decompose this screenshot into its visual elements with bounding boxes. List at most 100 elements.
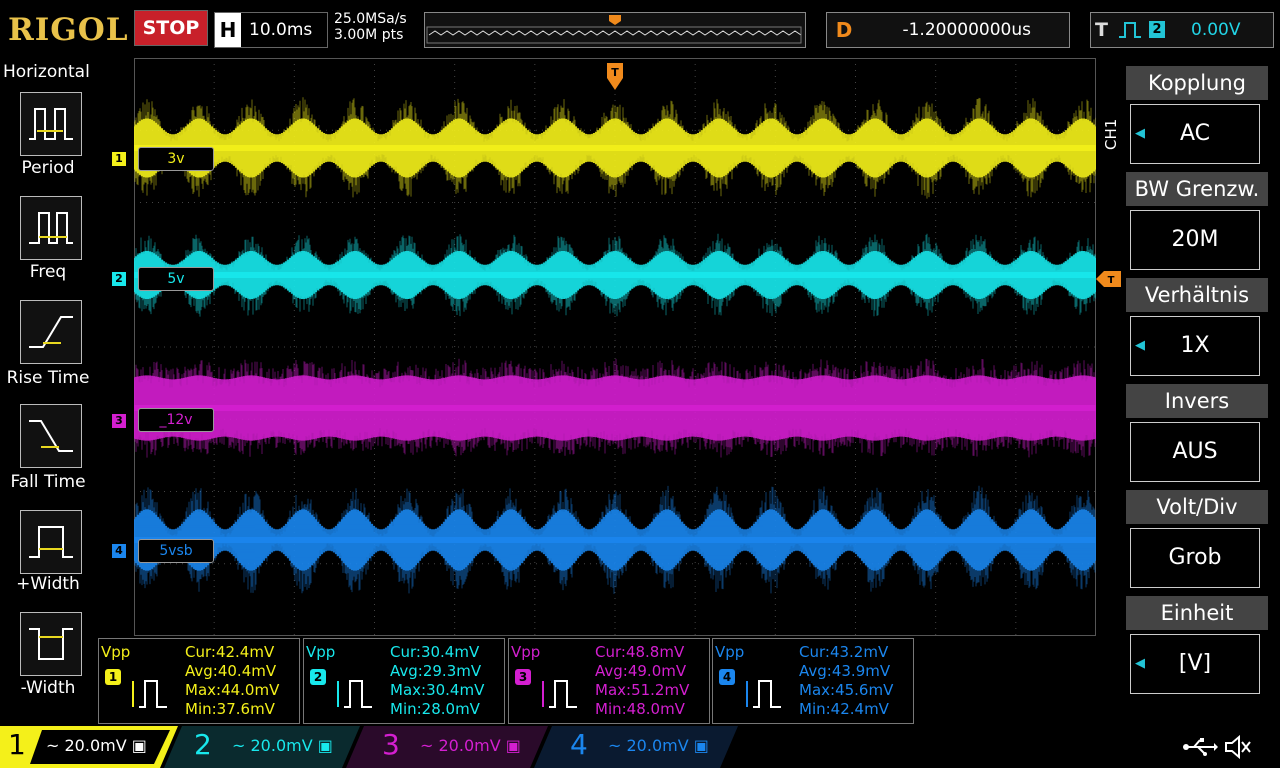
rising-edge-icon [1119,22,1141,38]
measurement-cur: Cur:42.4mV [185,643,275,661]
ch4-scale-value: 20.0mV [626,736,689,755]
run-stop-indicator[interactable]: STOP [134,10,208,46]
speaker-muted-icon[interactable] [1224,734,1252,760]
bw-limit-value[interactable]: 20M [1130,210,1260,270]
measurement-min: Min:28.0mV [390,700,480,718]
probe-ratio-value[interactable]: ◀ 1X [1130,316,1260,376]
measurement-type: Vpp [101,643,131,661]
usb-icon [1183,738,1218,756]
invert-value[interactable]: AUS [1130,422,1260,482]
measurement-min: Min:48.0mV [595,700,685,718]
fall-time-button[interactable] [20,404,82,468]
positive-width-button[interactable] [20,510,82,574]
measurement-type: Vpp [511,643,541,661]
rise-time-icon [29,316,73,348]
ch2-scale: ~ 20.0mV ▣ [232,736,333,755]
positive-width-label: +Width [16,574,80,594]
vpp-icon [746,680,781,708]
svg-text:T: T [1108,275,1115,286]
unit-arrow-icon: ◀ [1135,656,1145,671]
fall-time-icon [29,420,73,452]
measurement-cur: Cur:43.2mV [799,643,889,661]
sample-rate: 25.0MSa/s [334,11,407,27]
bandwidth-limit-icon: ▣ [693,736,709,755]
ac-coupling-icon: ~ [46,736,60,755]
ch4-ground-marker[interactable]: 4 [112,544,126,558]
trigger-box[interactable]: T 2 0.00V [1090,12,1274,48]
ch2-label: 5v [138,267,214,291]
unit-title: Einheit [1126,596,1268,630]
ch1-status[interactable]: 1 ~ 20.0mV ▣ [0,726,170,768]
rise-time-button[interactable] [20,300,82,364]
probe-ratio-title: Verhältnis [1126,278,1268,312]
measurement-type: Vpp [715,643,745,661]
rise-time-label: Rise Time [6,368,90,388]
ch2-scale-value: 20.0mV [250,736,313,755]
positive-width-icon [29,526,73,558]
fall-time-label: Fall Time [10,472,86,492]
ch4-label: 5vsb [138,539,214,563]
measurement-ch1[interactable]: Vpp 1 Cur:42.4mV Avg:40.4mV Max:44.0mV M… [98,638,300,724]
delay-value: -1.20000000us [902,20,1031,40]
measurement-avg: Avg:29.3mV [390,662,482,680]
period-label: Period [21,158,75,178]
ch2-ground-marker[interactable]: 2 [112,272,126,286]
measurement-max: Max:30.4mV [390,681,485,699]
ch3-ground-marker[interactable]: 3 [112,414,126,428]
frequency-icon [29,212,73,244]
freq-button[interactable] [20,196,82,260]
ch2-trace [132,233,1098,317]
period-button[interactable] [20,92,82,156]
period-icon [29,108,73,140]
ch3-status[interactable]: 3 ~ 20.0mV ▣ [374,726,544,768]
timeline-waveform-icon [426,15,802,44]
acquisition-info: 25.0MSa/s 3.00M pts [334,11,407,43]
ch4-status[interactable]: 4 ~ 20.0mV ▣ [562,726,732,768]
coupling-title: Kopplung [1126,66,1268,100]
trigger-letter: T [1095,19,1108,41]
freq-label: Freq [29,262,67,282]
horizontal-letter: H [215,13,241,47]
negative-width-button[interactable] [20,612,82,676]
coupling-value[interactable]: ◀ AC [1130,104,1260,164]
horizontal-timebase[interactable]: H 10.0ms [214,12,328,48]
ch2-status[interactable]: 2 ~ 20.0mV ▣ [186,726,356,768]
trigger-source: 2 [1149,21,1165,38]
ac-coupling-icon: ~ [420,736,434,755]
measurement-avg: Avg:43.9mV [799,662,891,680]
ch1-ground-marker[interactable]: 1 [112,152,126,166]
volt-div-value[interactable]: Grob [1130,528,1260,588]
ch1-status-number: 1 [8,728,26,761]
measurement-min: Min:37.6mV [185,700,275,718]
measurement-max: Max:51.2mV [595,681,690,699]
ch4-trace [132,485,1098,594]
unit-value-text: [V] [1178,651,1212,676]
ch1-trace [132,97,1098,199]
bandwidth-limit-icon: ▣ [131,736,147,755]
measurement-min: Min:42.4mV [799,700,889,718]
ch3-scale-value: 20.0mV [438,736,501,755]
ch3-status-number: 3 [382,728,400,761]
measure-menu-title: Horizontal [3,62,90,82]
ch4-scale: ~ 20.0mV ▣ [608,736,709,755]
ch3-label: _12v [138,408,214,432]
memory-timeline[interactable] [424,12,806,48]
measurement-avg: Avg:40.4mV [185,662,277,680]
measurement-type: Vpp [306,643,336,661]
trigger-position-marker-icon: T [607,63,623,90]
trigger-level: 0.00V [1191,20,1241,40]
timebase-value: 10.0ms [249,20,313,40]
measurement-ch2[interactable]: Vpp 2 Cur:30.4mV Avg:29.3mV Max:30.4mV M… [303,638,505,724]
probe-ratio-value-text: 1X [1180,333,1210,358]
bw-limit-title: BW Grenzw. [1126,172,1268,206]
waveform-display[interactable] [132,58,1098,636]
ch2-status-number: 2 [194,728,212,761]
measurement-ch4[interactable]: Vpp 4 Cur:43.2mV Avg:43.9mV Max:45.6mV M… [712,638,914,724]
memory-depth: 3.00M pts [334,27,404,43]
delay-box[interactable]: D -1.20000000us [826,12,1070,48]
measurement-ch3[interactable]: Vpp 3 Cur:48.8mV Avg:49.0mV Max:51.2mV M… [508,638,710,724]
vpp-icon [542,680,577,708]
unit-value[interactable]: ◀ [V] [1130,634,1260,694]
bandwidth-limit-icon: ▣ [317,736,333,755]
measurement-avg: Avg:49.0mV [595,662,687,680]
